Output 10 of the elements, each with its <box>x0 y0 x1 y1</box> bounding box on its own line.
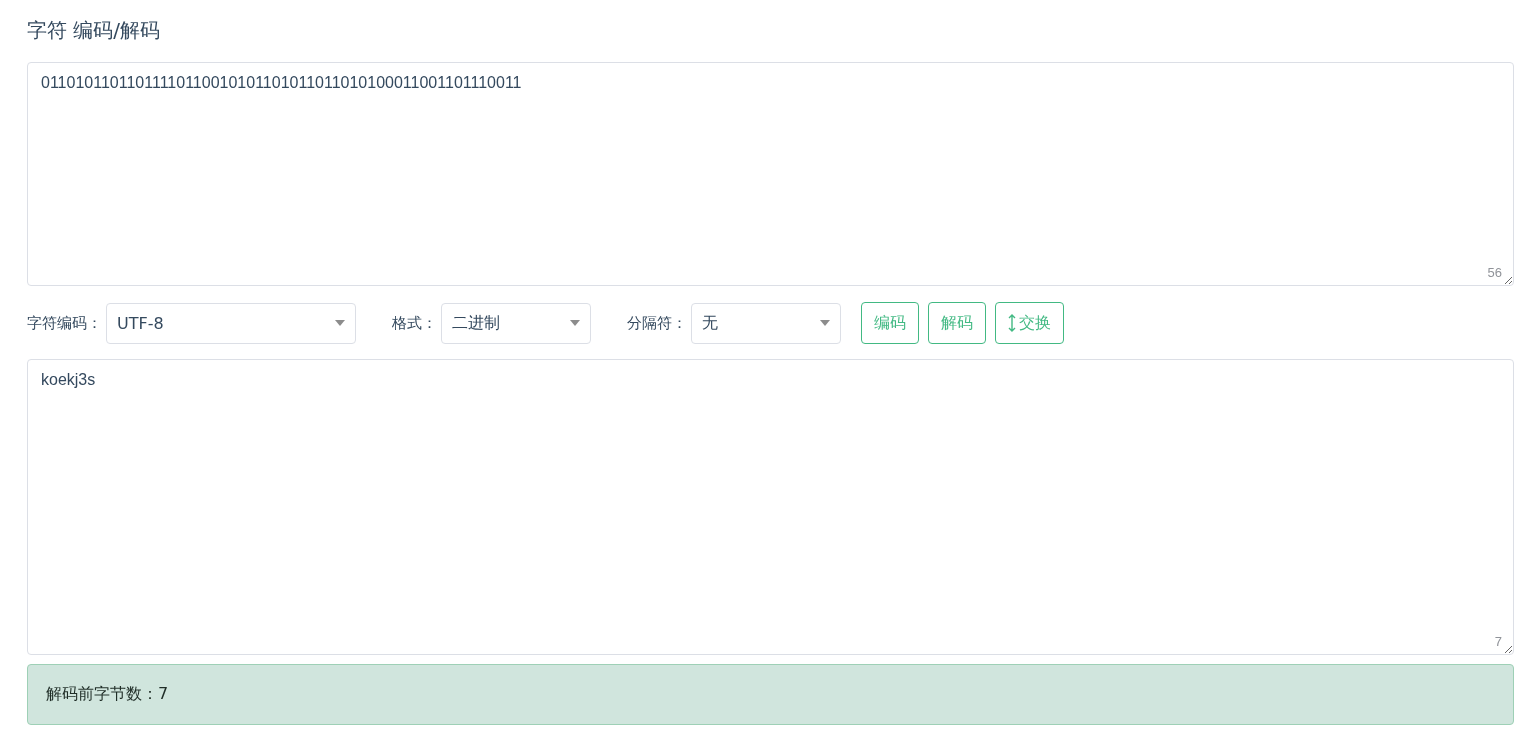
result-message: 解码前字节数：7 <box>27 664 1514 725</box>
page-title: 字符 编码/解码 <box>27 17 162 44</box>
option-label: 格式： <box>392 313 437 333</box>
option-label: 字符编码： <box>27 313 102 333</box>
dropdown-select[interactable]: 无 <box>691 302 841 344</box>
dropdown-select[interactable]: 二进制 <box>441 302 591 344</box>
option-label: 分隔符： <box>627 313 687 333</box>
character-count: 7 <box>1494 634 1502 649</box>
dropdown-select[interactable]: UTF-8 <box>106 302 356 344</box>
character-count: 56 <box>1487 265 1502 280</box>
